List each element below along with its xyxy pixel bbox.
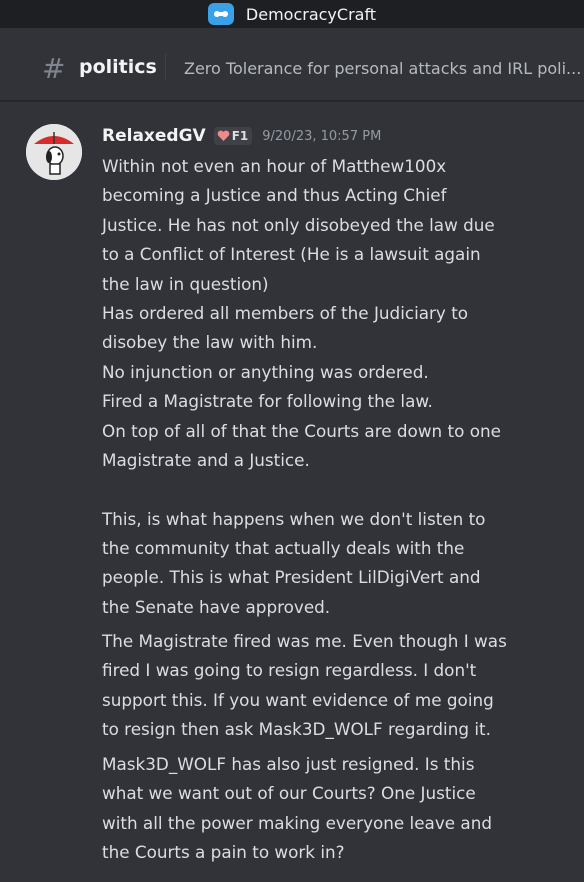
message-header: RelaxedGV F1 9/20/23, 10:57 PM [102, 124, 381, 148]
message-line: Within not even an hour of Matthew100x [102, 156, 447, 176]
message-line: This, is what happens when we don't list… [102, 508, 486, 529]
message-line: the community that actually deals with t… [102, 538, 465, 559]
message-paragraph: The Magistrate fired was me. Even though… [102, 627, 572, 745]
author-name[interactable]: RelaxedGV [102, 126, 206, 146]
user-avatar[interactable] [26, 124, 82, 180]
message-line: Justice. He has not only disobeyed the l… [102, 214, 495, 235]
message-line: No injunction or anything was ordered. [102, 361, 429, 382]
message-line: to resign then ask Mask3D_WOLF regarding… [102, 719, 491, 740]
message-line: the Courts a pain to work in? [102, 842, 345, 863]
server-logo-icon [207, 3, 234, 25]
server-name: DemocracyCraft [245, 4, 377, 24]
message-timestamp[interactable]: 9/20/23, 10:57 PM [262, 129, 381, 144]
snoopy-avatar-icon [26, 124, 82, 180]
message-line: with all the power making everyone leave… [102, 812, 492, 833]
heart-icon [217, 130, 230, 141]
channel-name[interactable]: politics [79, 56, 157, 78]
message-line: fired I was going to resign regardless. … [102, 660, 477, 681]
header-divider [165, 54, 166, 80]
channel-topic[interactable]: Zero Tolerance for personal attacks and … [184, 59, 582, 78]
message-line: Mask3D_WOLF has also just resigned. Is t… [102, 754, 475, 774]
message-line: Fired a Magistrate for following the law… [102, 391, 433, 412]
message-line: to a Conflict of Interest (He is a lawsu… [102, 244, 481, 265]
controller-icon [213, 11, 228, 17]
message-paragraph: Mask3D_WOLF has also just resigned. Is t… [102, 750, 572, 868]
message-line: the law in question) [102, 273, 269, 294]
message-line: The Magistrate fired was me. Even though… [102, 631, 507, 651]
message-line: what we want out of our Courts? One Just… [102, 783, 476, 804]
channel-hash-icon: # [42, 52, 66, 85]
message-line: support this. If you want evidence of me… [102, 689, 494, 710]
message-line: Magistrate and a Justice. [102, 449, 310, 470]
channel-header: # politics Zero Tolerance for personal a… [0, 30, 584, 101]
server-tag-label: F1 [231, 129, 249, 143]
message-paragraph: Within not even an hour of Matthew100x b… [102, 152, 572, 622]
message-line: disobey the law with him. [102, 332, 318, 353]
message-line: becoming a Justice and thus Acting Chief [102, 185, 447, 206]
message-line: people. This is what President LilDigiVe… [102, 567, 481, 588]
app-titlebar: DemocracyCraft [0, 0, 584, 28]
server-tag-badge[interactable]: F1 [213, 127, 253, 145]
message-line: the Senate have approved. [102, 596, 331, 617]
message-line: On top of all of that the Courts are dow… [102, 420, 501, 441]
message-line: Has ordered all members of the Judiciary… [102, 302, 469, 323]
